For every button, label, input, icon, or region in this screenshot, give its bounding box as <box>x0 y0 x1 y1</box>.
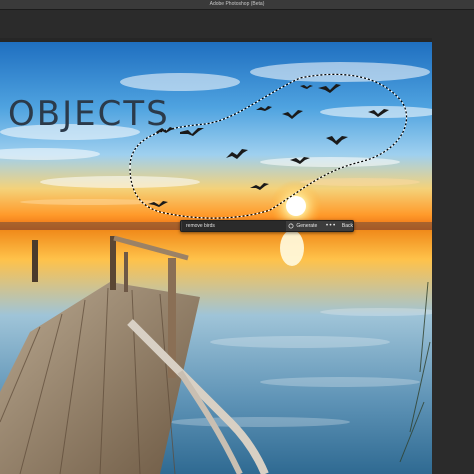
canvas-headline: OBJECTS <box>8 94 170 134</box>
generative-fill-prompt-input[interactable] <box>182 221 287 231</box>
options-bar <box>0 10 474 38</box>
contextual-task-bar: Generate ••• Back <box>180 220 354 232</box>
back-button[interactable]: Back <box>342 223 353 229</box>
app-title-bar: Adobe Photoshop (Beta) <box>0 0 474 10</box>
workspace-gutter <box>432 38 474 474</box>
more-icon[interactable]: ••• <box>325 223 336 229</box>
generate-button[interactable]: Generate <box>288 223 317 229</box>
generate-icon <box>288 223 294 229</box>
document-canvas[interactable]: OBJECTS <box>0 42 432 474</box>
window-title: Adobe Photoshop (Beta) <box>209 1 265 7</box>
generate-button-label: Generate <box>296 223 318 229</box>
